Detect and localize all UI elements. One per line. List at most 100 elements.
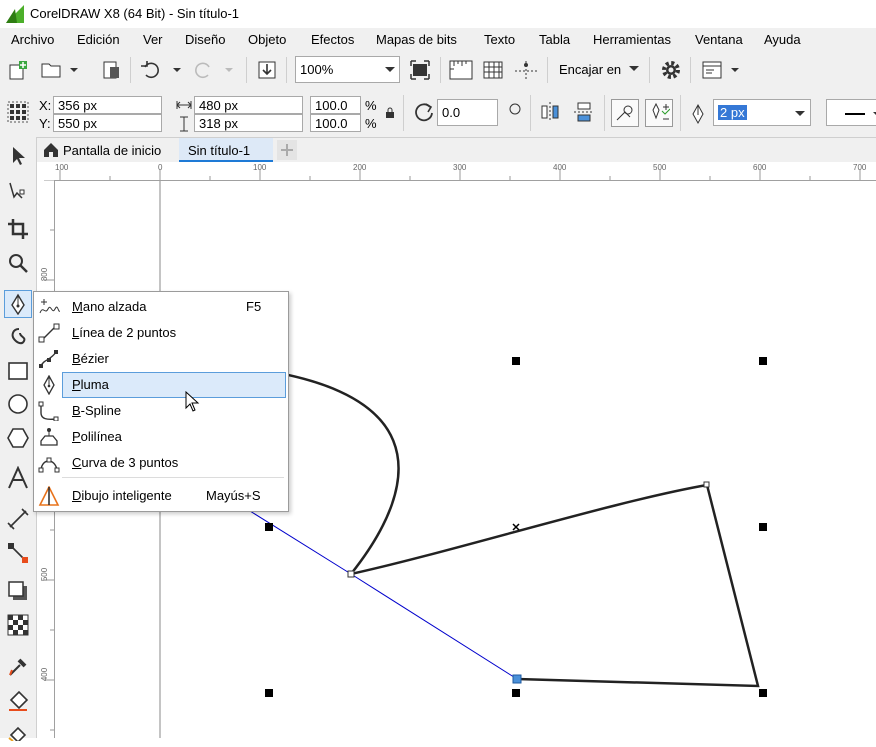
scale-y-field[interactable]: 100.0 (310, 114, 361, 132)
menu-ventana[interactable]: Ventana (695, 32, 743, 47)
menu-mapas-de-bits[interactable]: Mapas de bits (376, 32, 457, 47)
height-field[interactable]: 318 px (194, 114, 303, 132)
flyout-label: Mano alzada (72, 299, 147, 314)
flyout-label: Línea de 2 puntos (72, 325, 177, 340)
ruler-label: 0 (158, 163, 163, 172)
pick-tool[interactable] (4, 142, 32, 170)
polygon-tool[interactable] (4, 424, 32, 452)
flyout-item-bspline[interactable]: B-Spline (34, 398, 288, 424)
rectangle-tool[interactable] (4, 357, 32, 385)
node[interactable] (703, 481, 710, 488)
percent-label: % (365, 98, 377, 113)
menu-archivo[interactable]: Archivo (11, 32, 54, 47)
three-point-curve-icon (38, 457, 60, 473)
line-style-combo[interactable] (826, 99, 876, 126)
flyout-item-polyline[interactable]: Polilínea (34, 424, 288, 450)
text-tool[interactable] (4, 464, 32, 492)
mirror-vertical-button[interactable] (571, 99, 597, 125)
outline-width-combo[interactable]: 2 px (713, 99, 811, 126)
pen-tool-active[interactable] (4, 290, 32, 318)
redo-button[interactable] (190, 57, 236, 83)
zoom-tool[interactable] (4, 249, 32, 277)
chevron-down-icon (385, 67, 395, 72)
flyout-item-bezier[interactable]: Bézier (34, 346, 288, 372)
property-bar: X: Y: 356 px 550 px 480 px 318 px 100.0 … (0, 89, 876, 138)
dimension-tool[interactable] (4, 505, 32, 533)
lock-ratio-icon[interactable] (385, 107, 395, 119)
menu-texto[interactable]: Texto (484, 32, 515, 47)
ruler-label: 500 (40, 567, 50, 582)
import-button[interactable] (254, 57, 280, 83)
y-position-field[interactable]: 550 px (53, 114, 162, 132)
flyout-shortcut: Mayús+S (206, 488, 261, 503)
grid-button[interactable] (480, 57, 506, 83)
crop-tool[interactable] (4, 215, 32, 243)
menu-herramientas[interactable]: Herramientas (593, 32, 671, 47)
ellipse-tool[interactable] (4, 390, 32, 418)
auto-add-delete-button[interactable] (645, 99, 673, 127)
plus-icon (281, 144, 293, 156)
menu-objeto[interactable]: Objeto (248, 32, 286, 47)
save-button[interactable] (98, 57, 124, 83)
flyout-item-pen[interactable]: Pluma (34, 372, 288, 398)
shape-tool[interactable] (4, 177, 32, 205)
scale-x-field[interactable]: 100.0 (310, 96, 361, 114)
connector-tool[interactable] (4, 539, 32, 567)
application-launcher-button[interactable] (700, 57, 746, 83)
mirror-horizontal-button[interactable] (537, 99, 563, 125)
width-field[interactable]: 480 px (194, 96, 303, 114)
outline-width-value: 2 px (718, 105, 747, 120)
node[interactable] (347, 570, 355, 578)
pen-path[interactable] (350, 483, 760, 688)
ruler-label: 300 (453, 163, 467, 172)
interactive-fill-tool[interactable] (4, 687, 32, 715)
new-document-icon (9, 61, 27, 80)
undo-button[interactable] (138, 57, 184, 83)
tab-home[interactable]: Pantalla de inicio (37, 138, 178, 162)
width-icon (176, 101, 192, 109)
add-tab-button[interactable] (277, 140, 297, 160)
transparency-tool[interactable] (4, 611, 32, 639)
menu-edicion[interactable]: Edición (77, 32, 120, 47)
ellipse-icon (8, 394, 28, 414)
rotation-angle-field[interactable]: 0.0 (437, 99, 498, 126)
mirror-horizontal-icon (541, 102, 559, 122)
y-label: Y: (39, 116, 51, 131)
smart-fill-tool[interactable] (4, 719, 32, 747)
object-origin-icon[interactable] (7, 101, 29, 123)
menu-diseno[interactable]: Diseño (185, 32, 225, 47)
horizontal-ruler[interactable]: 100 0 100 200 300 400 500 600 700 (37, 162, 876, 181)
eyedropper-tool[interactable] (4, 653, 32, 681)
flyout-item-two-point-line[interactable]: Línea de 2 puntos (34, 320, 288, 346)
menu-efectos[interactable]: Efectos (311, 32, 354, 47)
full-screen-preview-button[interactable] (407, 57, 433, 83)
flyout-label: B-Spline (72, 403, 122, 418)
pen-preview-button[interactable] (611, 99, 639, 127)
options-button[interactable] (658, 57, 684, 83)
drop-shadow-tool[interactable] (4, 577, 32, 605)
flyout-item-smart-drawing[interactable]: Dibujo inteligente Mayús+S (34, 483, 288, 509)
grid-icon (483, 61, 503, 79)
artistic-media-tool[interactable] (4, 323, 32, 351)
snap-to-label[interactable]: Encajar en (559, 62, 621, 77)
tab-document[interactable]: Sin título-1 (179, 138, 273, 162)
flyout-divider (62, 477, 284, 478)
open-button[interactable] (38, 57, 82, 83)
height-icon (180, 116, 188, 132)
menu-ver[interactable]: Ver (143, 32, 163, 47)
flyout-item-three-point-curve[interactable]: Curva de 3 puntos (34, 450, 288, 476)
guidelines-button[interactable] (513, 57, 539, 83)
flyout-item-freehand[interactable]: Mano alzada F5 (34, 294, 288, 320)
menu-tabla[interactable]: Tabla (539, 32, 570, 47)
chevron-down-icon[interactable] (628, 65, 640, 73)
pen-icon (43, 375, 55, 395)
menu-ayuda[interactable]: Ayuda (764, 32, 801, 47)
shape-tool-icon (9, 182, 25, 199)
rulers-button[interactable] (448, 57, 474, 83)
hexagon-icon (7, 428, 29, 448)
zoom-level-combo[interactable]: 100% (295, 56, 400, 83)
new-document-button[interactable] (5, 57, 31, 83)
x-position-field[interactable]: 356 px (53, 96, 162, 114)
selected-node[interactable] (512, 674, 522, 684)
magnifier-icon (9, 254, 28, 273)
